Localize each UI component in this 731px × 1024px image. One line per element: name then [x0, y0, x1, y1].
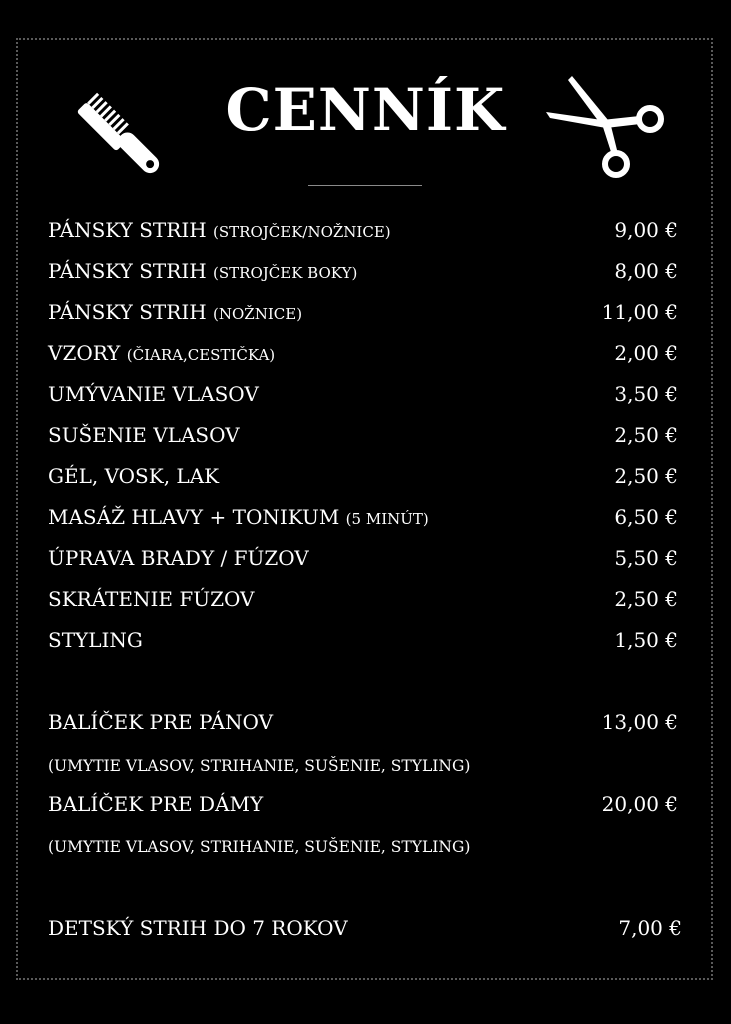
- service-price: 3,50 €: [614, 382, 678, 406]
- kids-name: DETSKÝ STRIH DO 7 ROKOV: [48, 916, 348, 940]
- service-price: 9,00 €: [614, 218, 678, 242]
- service-price: 5,50 €: [614, 546, 678, 570]
- service-row: SUŠENIE VLASOV 2,50 €: [48, 419, 682, 451]
- package-row: BALÍČEK PRE PÁNOV 13,00 €: [48, 706, 682, 738]
- title-divider: [308, 185, 422, 186]
- service-name: VZORY (ČIARA,CESTIČKA): [48, 341, 276, 365]
- service-price: 1,50 €: [614, 628, 678, 652]
- service-name: STYLING: [48, 628, 143, 652]
- package-price: 13,00 €: [601, 710, 678, 734]
- service-price: 2,00 €: [614, 341, 678, 365]
- service-row: SKRÁTENIE FÚZOV 2,50 €: [48, 583, 682, 615]
- package-row: BALÍČEK PRE DÁMY 20,00 €: [48, 788, 682, 820]
- service-name: ÚPRAVA BRADY / FÚZOV: [48, 546, 309, 570]
- service-note: (STROJČEK/NOŽNICE): [213, 223, 391, 241]
- package-details: (UMYTIE VLASOV, STRIHANIE, SUŠENIE, STYL…: [48, 838, 471, 856]
- package-name: BALÍČEK PRE DÁMY: [48, 792, 264, 816]
- service-name: PÁNSKY STRIH (NOŽNICE): [48, 300, 303, 324]
- kids-row: DETSKÝ STRIH DO 7 ROKOV 7,00 €: [48, 912, 682, 944]
- kids-price: 7,00 €: [618, 916, 682, 940]
- service-row: UMÝVANIE VLASOV 3,50 €: [48, 378, 682, 410]
- service-note: (5 MINÚT): [345, 510, 429, 528]
- service-name: MASÁŽ HLAVY + TONIKUM (5 MINÚT): [48, 505, 429, 529]
- service-row: PÁNSKY STRIH (STROJČEK/NOŽNICE) 9,00 €: [48, 214, 682, 246]
- service-row: STYLING 1,50 €: [48, 624, 682, 656]
- service-note: (NOŽNICE): [213, 305, 303, 323]
- package-price: 20,00 €: [601, 792, 678, 816]
- service-price: 6,50 €: [614, 505, 678, 529]
- package-name: BALÍČEK PRE PÁNOV: [48, 710, 274, 734]
- package-details: (UMYTIE VLASOV, STRIHANIE, SUŠENIE, STYL…: [48, 757, 471, 775]
- service-price: 2,50 €: [614, 423, 678, 447]
- service-name: GÉL, VOSK, LAK: [48, 464, 220, 488]
- service-row: PÁNSKY STRIH (NOŽNICE) 11,00 €: [48, 296, 682, 328]
- service-row: VZORY (ČIARA,CESTIČKA) 2,00 €: [48, 337, 682, 369]
- service-name: UMÝVANIE VLASOV: [48, 382, 259, 406]
- service-price: 2,50 €: [614, 587, 678, 611]
- service-price: 11,00 €: [601, 300, 678, 324]
- service-name: SKRÁTENIE FÚZOV: [48, 587, 255, 611]
- service-name: PÁNSKY STRIH (STROJČEK BOKY): [48, 259, 358, 283]
- service-note: (ČIARA,CESTIČKA): [126, 346, 276, 364]
- service-row: ÚPRAVA BRADY / FÚZOV 5,50 €: [48, 542, 682, 574]
- service-name: PÁNSKY STRIH (STROJČEK/NOŽNICE): [48, 218, 391, 242]
- service-row: PÁNSKY STRIH (STROJČEK BOKY) 8,00 €: [48, 255, 682, 287]
- service-price: 8,00 €: [614, 259, 678, 283]
- service-name: SUŠENIE VLASOV: [48, 423, 240, 447]
- service-note: (STROJČEK BOKY): [213, 264, 358, 282]
- scissors-icon: [546, 76, 664, 178]
- service-row: MASÁŽ HLAVY + TONIKUM (5 MINÚT) 6,50 €: [48, 501, 682, 533]
- service-price: 2,50 €: [614, 464, 678, 488]
- service-row: GÉL, VOSK, LAK 2,50 €: [48, 460, 682, 492]
